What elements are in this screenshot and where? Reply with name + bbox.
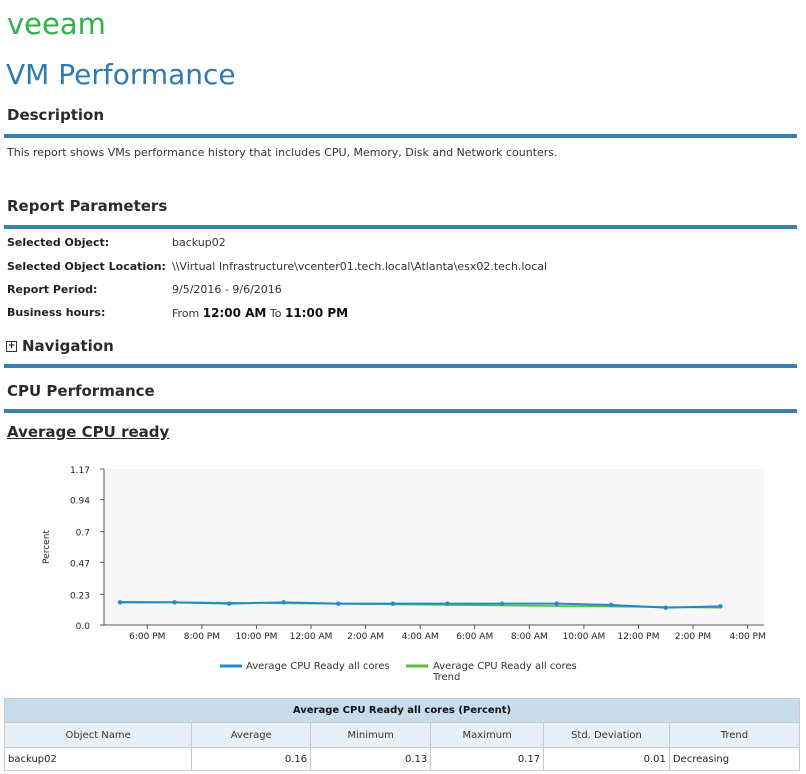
x-axis-ticks: 6:00 PM 8:00 PM 10:00 PM 12:00 AM 2:00 AM 4:0… [129,625,766,642]
chart-legend: Average CPU Ready all cores Average CPU R… [220,661,577,683]
x-tick-label: 8:00 AM [511,632,548,642]
selected-object-location-value: \\Virtual Infrastructure\vcenter01.tech.… [172,260,548,273]
y-tick-label: 1.17 [70,466,90,476]
column-header: Minimum [310,722,432,748]
table-cell: 0.01 [543,747,670,771]
table-cell: 0.16 [191,747,312,771]
section-divider [4,409,797,413]
table-cell: backup02 [3,747,193,771]
business-to-text: To [269,307,282,320]
cpu-performance-heading: CPU Performance [7,382,155,400]
x-tick-label: 10:00 AM [563,632,606,642]
navigation-label: Navigation [22,337,114,355]
business-start-time: 12:00 AM [202,306,267,320]
veeam-logo: veeam [7,10,106,38]
selected-object-location-label: Selected Object Location: [7,260,166,273]
x-tick-label: 4:00 PM [729,632,765,642]
x-tick-label: 12:00 AM [290,632,333,642]
data-point [445,601,450,606]
table-row: backup02 0.16 0.13 0.17 0.01 Decreasing [3,747,801,771]
data-point [390,601,396,606]
y-tick-label: 0.23 [70,591,90,601]
business-end-time: 11:00 PM [284,306,349,320]
column-header: Maximum [430,722,545,748]
data-point [117,600,123,605]
table-cell: 0.17 [430,747,545,771]
data-point [718,604,723,609]
business-hours-label: Business hours: [7,306,106,319]
x-tick-label: 4:00 AM [402,632,439,642]
y-axis-title: Percent [42,530,52,564]
x-tick-label: 6:00 AM [456,632,493,642]
report-period-value: 9/5/2016 - 9/6/2016 [172,283,282,296]
description-heading: Description [7,106,105,124]
description-text: This report shows VMs performance histor… [7,146,558,159]
column-header: Object Name [3,722,193,748]
y-tick-label: 0.0 [76,622,91,632]
legend-label-cpu-ready: Average CPU Ready all cores [246,661,390,672]
y-axis-ticks: 1.17 0.94 0.7 0.47 0.23 0.0 [70,466,104,632]
x-tick-label: 10:00 PM [235,632,277,642]
x-tick-label: 12:00 PM [617,632,659,642]
legend-label-trend: Trend [432,672,460,683]
legend-label-trend: Average CPU Ready all cores [433,661,577,672]
column-header: Std. Deviation [543,722,670,748]
y-tick-label: 0.47 [70,559,90,569]
navigation-toggle[interactable]: + Navigation [6,337,114,355]
veeam-logo-text: veeam [7,10,106,38]
x-tick-label: 6:00 PM [129,632,165,642]
y-tick-label: 0.7 [76,529,90,539]
table-body: backup02 0.16 0.13 0.17 0.01 Decreasing [3,747,801,771]
data-point [281,600,286,605]
report-period-label: Report Period: [7,283,98,296]
selected-object-label: Selected Object: [7,236,110,249]
table-header-row: Object Name Average Minimum Maximum Std. Dev… [3,722,801,748]
y-tick-label: 0.94 [70,497,90,507]
cpu-ready-chart: 1.17 0.94 0.7 0.47 0.23 0.0 6:00 PM 8:00 PM 10:… [42,466,766,683]
x-tick-label: 8:00 PM [184,632,220,642]
business-hours-value: From 12:00 AM To 11:00 PM [172,306,348,320]
section-divider [4,225,797,229]
average-cpu-ready-chart-link[interactable]: Average CPU ready [7,423,169,441]
business-from-text: From [172,307,200,320]
table-cell: Decreasing [668,747,801,771]
column-header: Trend [668,722,801,748]
page-title: VM Performance [6,58,236,91]
table-cell: 0.13 [310,747,432,771]
data-point [226,601,232,606]
data-point [608,602,614,608]
report-parameters-heading: Report Parameters [7,197,168,215]
plot-area [104,469,764,625]
data-point [172,600,177,605]
table-caption: Average CPU Ready all cores (Percent) [4,698,800,723]
data-point [499,601,505,606]
data-point [554,601,559,606]
data-point [663,605,668,610]
x-tick-label: 2:00 PM [675,632,711,642]
expand-plus-icon[interactable]: + [6,340,17,352]
section-divider [4,134,797,138]
section-divider [4,364,797,368]
column-header: Average [191,722,312,748]
cpu-ready-table: Average CPU Ready all cores (Percent) Ob… [3,698,801,771]
x-tick-label: 2:00 AM [347,632,384,642]
data-point [336,601,341,606]
selected-object-value: backup02 [172,236,226,249]
